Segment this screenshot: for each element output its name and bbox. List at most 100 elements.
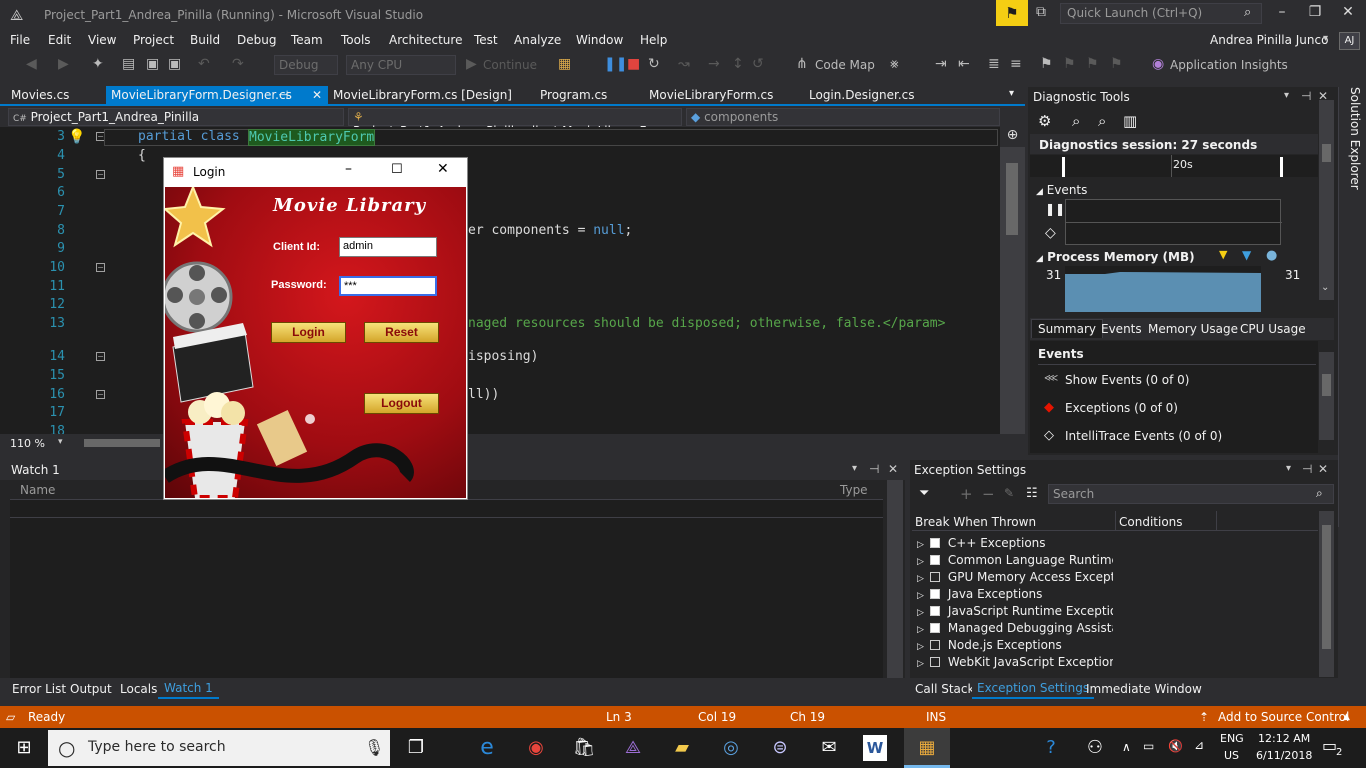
diagnostic-top-scroll[interactable] [1319, 100, 1334, 134]
tab-movies-cs[interactable]: Movies.cs [11, 88, 69, 102]
chevron-up-icon[interactable]: ▲ [1343, 712, 1350, 722]
save-all-icon[interactable]: ▣ [168, 56, 181, 72]
dialog-maximize-button[interactable]: ☐ [391, 162, 403, 177]
expand-icon[interactable]: ▷ [917, 659, 924, 669]
store-icon[interactable]: 🛍 [569, 735, 599, 761]
timeline-ruler[interactable]: 20s [1030, 155, 1318, 177]
menu-analyze[interactable]: Analyze [514, 33, 561, 47]
action-center-icon[interactable]: ▭ [1322, 736, 1337, 755]
summary-scrollbar[interactable] [1319, 352, 1334, 440]
pause-icon[interactable]: ❚❚ [604, 56, 627, 72]
tab-summary[interactable]: Summary [1031, 319, 1103, 338]
chevron-down-icon[interactable]: ▾ [58, 437, 63, 447]
exception-checkbox[interactable] [929, 640, 940, 650]
volume-muted-icon[interactable]: 🔇 [1168, 739, 1183, 753]
table-row[interactable]: ▷ Java Exceptions [917, 587, 1113, 601]
microphone-icon[interactable]: 🎙 [364, 738, 384, 757]
expand-icon[interactable]: ▷ [917, 540, 924, 550]
pin-icon[interactable]: ⊣ [869, 462, 879, 476]
tab-output[interactable]: Output [70, 682, 112, 696]
collapse-icon[interactable]: − [96, 263, 105, 272]
dropdown-icon[interactable]: ▾ [1284, 90, 1289, 101]
menu-help[interactable]: Help [640, 33, 667, 47]
language-primary[interactable]: ENG [1220, 732, 1244, 745]
timeline-end-marker[interactable] [1280, 157, 1283, 177]
split-icon[interactable]: ⊕ [1000, 127, 1025, 147]
expand-icon[interactable]: ▷ [917, 608, 924, 618]
running-app-icon[interactable]: ▦ [912, 735, 942, 761]
continue-button[interactable]: Continue [483, 58, 537, 72]
col-break-when-thrown[interactable]: Break When Thrown [915, 515, 1036, 529]
minimize-button[interactable]: – [1270, 4, 1294, 20]
solution-explorer-sidetab[interactable]: Solution Explorer [1338, 87, 1366, 697]
settings-icon[interactable]: ⚙ [1038, 112, 1051, 130]
tab-exception-settings[interactable]: Exception Settings [972, 679, 1095, 699]
scroll-thumb[interactable] [1322, 525, 1331, 649]
step-over-icon[interactable]: ↕ [732, 56, 744, 72]
close-tab-icon[interactable]: ✕ [312, 88, 322, 102]
collapse-icon[interactable]: − [96, 170, 105, 179]
diagnostic-scrollbar[interactable]: ⌄ [1319, 134, 1334, 300]
client-id-input[interactable]: admin [339, 237, 437, 257]
member-dropdown[interactable]: ◆ components [686, 108, 1000, 126]
tab-cpu-usage[interactable]: CPU Usage [1240, 322, 1306, 336]
menu-test[interactable]: Test [474, 33, 498, 47]
restart-icon[interactable]: ↻ [648, 56, 660, 72]
exception-checkbox[interactable] [929, 589, 940, 599]
project-dropdown[interactable]: C# Project_Part1_Andrea_Pinilla [8, 108, 344, 126]
zoom-out-icon[interactable]: ⌕ [1098, 112, 1106, 130]
expand-icon[interactable]: ▷ [917, 574, 924, 584]
exception-checkbox[interactable] [929, 606, 940, 616]
event-show-events[interactable]: Show Events (0 of 0) [1065, 373, 1189, 387]
save-icon[interactable]: ▣ [146, 56, 159, 72]
edit-icon[interactable]: ✎ [1004, 486, 1014, 500]
exception-scrollbar[interactable] [1319, 511, 1334, 677]
add-icon[interactable]: + [960, 485, 973, 503]
remove-icon[interactable]: − [982, 485, 995, 503]
hex-icon[interactable]: ⨳ [890, 56, 899, 72]
scroll-thumb[interactable] [1322, 374, 1331, 396]
task-view-icon[interactable]: ❐ [401, 735, 431, 761]
visual-studio-taskbar-icon[interactable]: ⟁ [618, 735, 648, 761]
redo-icon[interactable]: ↷ [232, 56, 244, 72]
menu-edit[interactable]: Edit [48, 33, 71, 47]
table-row[interactable]: ▷ JavaScript Runtime Exceptions [917, 604, 1113, 618]
clock-time[interactable]: 12:12 AM [1258, 732, 1310, 745]
avatar[interactable]: AJ [1339, 32, 1360, 50]
editor-vertical-scrollbar[interactable]: ⊕ [1000, 127, 1025, 434]
watch-scrollbar[interactable] [887, 480, 903, 678]
logout-button[interactable]: Logout [364, 393, 439, 414]
table-row[interactable] [10, 500, 883, 518]
scroll-thumb[interactable] [1006, 163, 1018, 235]
reset-zoom-icon[interactable]: ▥ [1123, 112, 1137, 130]
undo-icon[interactable]: ↶ [198, 56, 210, 72]
exception-checkbox[interactable] [929, 572, 940, 582]
network-icon[interactable]: ⊿ [1194, 738, 1204, 752]
language-secondary[interactable]: US [1224, 749, 1239, 762]
open-file-icon[interactable]: ▤ [122, 56, 135, 72]
exception-search-input[interactable]: Search [1048, 484, 1334, 504]
forward-icon[interactable]: ▶ [58, 56, 69, 72]
edge-icon[interactable]: e [472, 735, 502, 761]
show-next-statement-icon[interactable]: ↝ [678, 56, 690, 72]
pin-icon[interactable]: ⊣ [1301, 89, 1311, 103]
feedback-flag-icon[interactable]: ⚑ [996, 0, 1028, 26]
expand-icon[interactable]: ▷ [917, 557, 924, 567]
notifications-icon[interactable]: ⧉ [1036, 4, 1046, 20]
table-row[interactable]: ▷ Common Language Runtime E [917, 553, 1113, 567]
hscroll-thumb[interactable] [84, 439, 160, 447]
timeline-start-marker[interactable] [1062, 157, 1065, 177]
expand-icon[interactable]: ▷ [917, 591, 924, 601]
chevron-down-icon[interactable]: ⌄ [1321, 282, 1329, 293]
quick-launch-input[interactable]: Quick Launch (Ctrl+Q) [1060, 3, 1262, 24]
memory-graph[interactable] [1065, 266, 1261, 312]
scroll-thumb[interactable] [1322, 144, 1331, 162]
table-row[interactable]: ▷ WebKit JavaScript Exceptions [917, 655, 1113, 669]
next-bookmark-icon[interactable]: ⚑ [1086, 56, 1099, 72]
config-select[interactable]: Debug [274, 55, 338, 75]
menu-view[interactable]: View [88, 33, 116, 47]
battery-icon[interactable]: ▭ [1143, 739, 1154, 753]
help-icon[interactable]: ? [1036, 735, 1066, 761]
expand-icon[interactable]: ▷ [917, 625, 924, 635]
event-intellitrace[interactable]: IntelliTrace Events (0 of 0) [1065, 429, 1222, 443]
